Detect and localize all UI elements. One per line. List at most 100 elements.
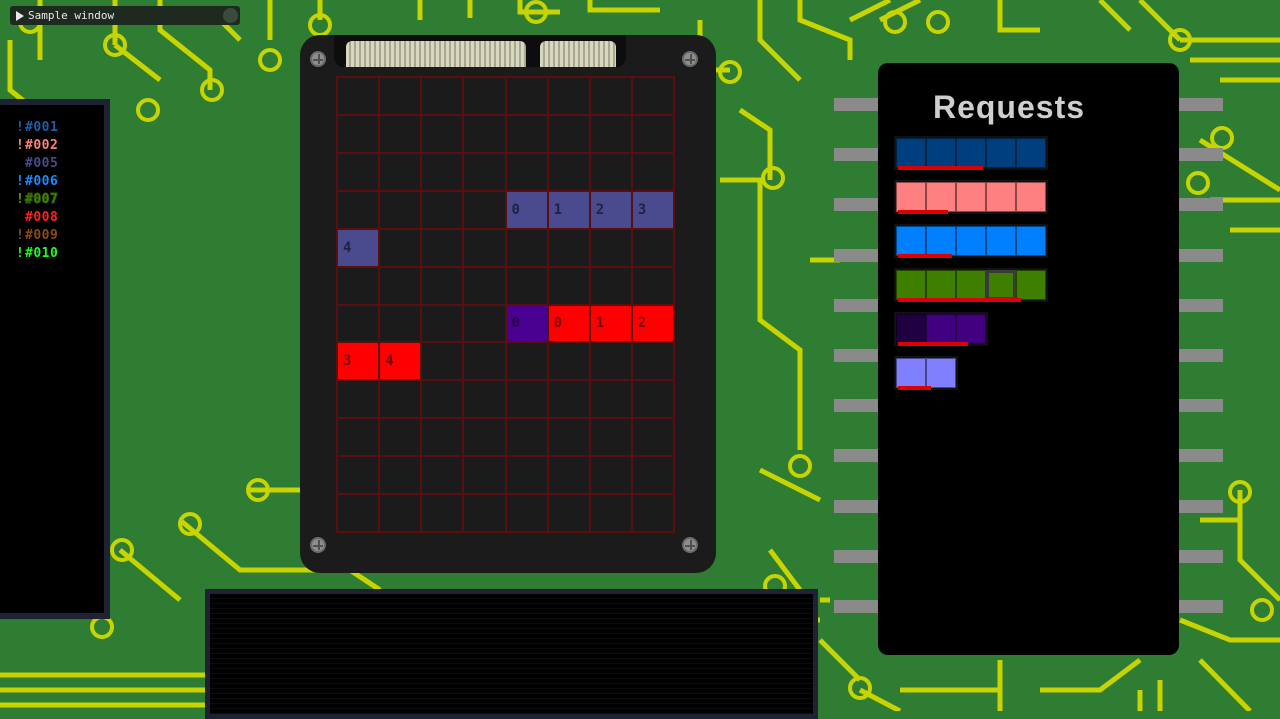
memory-cell[interactable] bbox=[547, 228, 590, 267]
process-item[interactable]: !#010 bbox=[16, 245, 58, 263]
memory-cell[interactable] bbox=[547, 77, 590, 115]
memory-cell[interactable] bbox=[463, 190, 506, 229]
memory-cell[interactable] bbox=[589, 418, 632, 457]
memory-cell[interactable] bbox=[589, 152, 632, 191]
memory-cell[interactable] bbox=[631, 456, 674, 495]
process-item[interactable]: !#001 bbox=[16, 119, 58, 137]
memory-cell[interactable] bbox=[589, 494, 632, 532]
memory-cell[interactable] bbox=[631, 114, 674, 153]
memory-cell[interactable] bbox=[379, 380, 422, 419]
memory-cell[interactable] bbox=[337, 418, 380, 457]
window-close-icon[interactable] bbox=[223, 8, 238, 23]
memory-cell[interactable] bbox=[631, 77, 674, 115]
memory-cell-occupied[interactable]: 3 bbox=[631, 190, 674, 229]
memory-cell[interactable] bbox=[505, 114, 548, 153]
memory-cell[interactable] bbox=[631, 380, 674, 419]
memory-cell[interactable] bbox=[463, 228, 506, 267]
memory-cell[interactable] bbox=[337, 190, 380, 229]
memory-cell[interactable] bbox=[463, 114, 506, 153]
memory-cell[interactable] bbox=[421, 304, 464, 343]
memory-cell[interactable] bbox=[379, 190, 422, 229]
memory-cell[interactable] bbox=[421, 266, 464, 305]
memory-cell-occupied[interactable]: 0 bbox=[505, 304, 548, 343]
memory-cell[interactable] bbox=[631, 494, 674, 532]
process-item[interactable]: #008 bbox=[16, 209, 58, 227]
memory-cell[interactable] bbox=[631, 342, 674, 381]
memory-cell[interactable] bbox=[421, 342, 464, 381]
request-item[interactable] bbox=[894, 224, 1048, 258]
process-item[interactable]: !#007 bbox=[16, 191, 58, 209]
memory-cell[interactable] bbox=[463, 494, 506, 532]
memory-cell[interactable] bbox=[379, 77, 422, 115]
memory-cell-occupied[interactable]: 1 bbox=[589, 304, 632, 343]
memory-cell[interactable] bbox=[505, 456, 548, 495]
memory-cell[interactable] bbox=[337, 77, 380, 115]
memory-cell[interactable] bbox=[505, 418, 548, 457]
memory-cell[interactable] bbox=[505, 342, 548, 381]
memory-cell[interactable] bbox=[337, 456, 380, 495]
memory-cell[interactable] bbox=[589, 456, 632, 495]
process-item[interactable]: #005 bbox=[16, 155, 58, 173]
memory-cell[interactable] bbox=[337, 152, 380, 191]
memory-cell[interactable] bbox=[505, 380, 548, 419]
memory-cell[interactable] bbox=[505, 266, 548, 305]
memory-cell[interactable] bbox=[463, 77, 506, 115]
request-item[interactable] bbox=[894, 312, 988, 346]
memory-cell[interactable] bbox=[379, 114, 422, 153]
memory-cell[interactable] bbox=[379, 456, 422, 495]
memory-cell[interactable] bbox=[379, 418, 422, 457]
memory-cell[interactable] bbox=[337, 114, 380, 153]
memory-cell[interactable] bbox=[631, 228, 674, 267]
process-item[interactable]: !#002 bbox=[16, 137, 58, 155]
memory-cell-occupied[interactable]: 2 bbox=[589, 190, 632, 229]
memory-cell[interactable] bbox=[547, 152, 590, 191]
memory-cell[interactable] bbox=[505, 228, 548, 267]
memory-cell[interactable] bbox=[337, 380, 380, 419]
memory-cell-occupied[interactable]: 0 bbox=[505, 190, 548, 229]
memory-cell[interactable] bbox=[421, 114, 464, 153]
memory-cell[interactable] bbox=[547, 456, 590, 495]
memory-cell[interactable] bbox=[463, 266, 506, 305]
memory-cell[interactable] bbox=[421, 228, 464, 267]
memory-cell-occupied[interactable]: 4 bbox=[379, 342, 422, 381]
memory-cell[interactable] bbox=[589, 228, 632, 267]
memory-cell-occupied[interactable]: 1 bbox=[547, 190, 590, 229]
memory-cell[interactable] bbox=[589, 380, 632, 419]
memory-cell[interactable] bbox=[547, 266, 590, 305]
memory-cell[interactable] bbox=[631, 418, 674, 457]
memory-cell[interactable] bbox=[421, 380, 464, 419]
memory-cell[interactable] bbox=[631, 266, 674, 305]
memory-cell[interactable] bbox=[547, 418, 590, 457]
memory-cell[interactable] bbox=[379, 266, 422, 305]
memory-cell[interactable] bbox=[421, 494, 464, 532]
memory-cell[interactable] bbox=[421, 418, 464, 457]
memory-cell[interactable] bbox=[463, 380, 506, 419]
memory-cell[interactable] bbox=[589, 342, 632, 381]
memory-cell[interactable] bbox=[505, 494, 548, 532]
memory-cell-occupied[interactable]: 0 bbox=[547, 304, 590, 343]
memory-cell[interactable] bbox=[421, 77, 464, 115]
memory-cell[interactable] bbox=[547, 342, 590, 381]
memory-cell[interactable] bbox=[463, 418, 506, 457]
memory-cell[interactable] bbox=[421, 190, 464, 229]
memory-cell[interactable] bbox=[547, 380, 590, 419]
memory-cell[interactable] bbox=[463, 456, 506, 495]
memory-cell[interactable] bbox=[421, 152, 464, 191]
memory-cell[interactable] bbox=[547, 114, 590, 153]
request-item[interactable] bbox=[894, 180, 1048, 214]
memory-cell[interactable] bbox=[631, 152, 674, 191]
memory-cell[interactable] bbox=[505, 77, 548, 115]
memory-cell[interactable] bbox=[589, 77, 632, 115]
sample-window-header[interactable]: Sample window bbox=[10, 6, 240, 25]
memory-cell[interactable] bbox=[337, 494, 380, 532]
memory-cell[interactable] bbox=[589, 114, 632, 153]
request-item[interactable] bbox=[894, 356, 958, 390]
memory-cell[interactable] bbox=[379, 152, 422, 191]
memory-cell[interactable] bbox=[505, 152, 548, 191]
memory-cell[interactable] bbox=[463, 152, 506, 191]
request-item[interactable] bbox=[894, 268, 1048, 302]
memory-cell[interactable] bbox=[379, 304, 422, 343]
process-item[interactable]: !#006 bbox=[16, 173, 58, 191]
memory-cell[interactable] bbox=[421, 456, 464, 495]
memory-cell[interactable] bbox=[589, 266, 632, 305]
